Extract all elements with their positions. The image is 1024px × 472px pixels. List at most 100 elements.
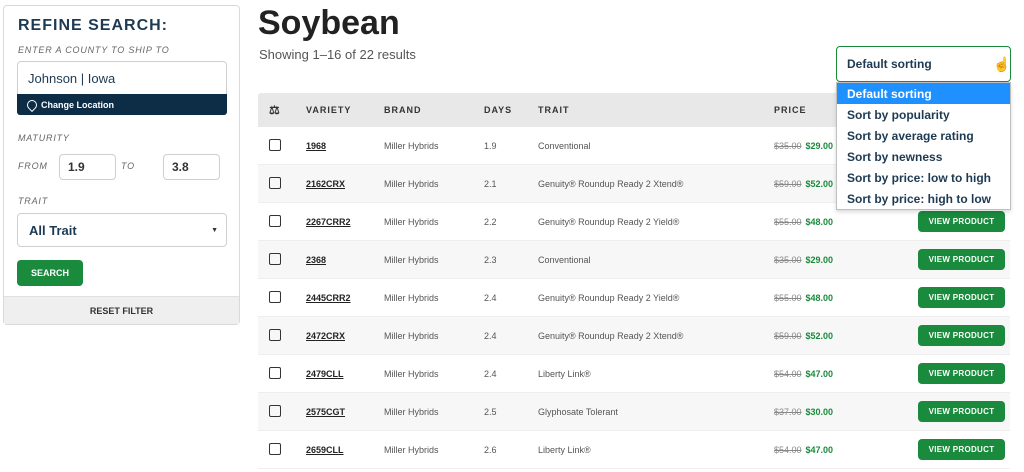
variety-link[interactable]: 2479CLL [306,369,344,379]
change-location-button[interactable]: Change Location [17,94,227,115]
compare-checkbox[interactable] [269,328,281,341]
variety-link[interactable]: 2162CRX [306,179,345,189]
view-product-button[interactable]: VIEW PRODUCT [918,287,1005,308]
maturity-label: MATURITY [18,133,70,143]
table-row: 2368 Miller Hybrids 2.3 Conventional $35.00 $… [258,241,1010,279]
sale-price: $48.00 [805,216,834,227]
table-row: 2575CGT Miller Hybrids 2.5 Glyphosate Toler… [258,393,1010,431]
old-price: $55.00 [774,216,802,227]
county-box: Change Location [17,61,227,115]
trait-cell: Genuity® Roundup Ready 2 Xtend® [538,178,684,189]
old-price: $35.00 [774,254,802,265]
view-product-button[interactable]: VIEW PRODUCT [918,249,1005,270]
sale-price: $52.00 [805,178,834,189]
brand-cell: Miller Hybrids [384,254,439,265]
county-input[interactable] [17,61,227,94]
reset-filter-button[interactable]: RESET FILTER [4,296,239,324]
sort-option[interactable]: Sort by price: low to high [837,167,1010,188]
variety-link[interactable]: 1968 [306,141,326,151]
variety-link[interactable]: 2659CLL [306,445,344,455]
days-cell: 2.4 [484,368,497,379]
maturity-to-input[interactable] [163,154,220,180]
sort-option[interactable]: Sort by average rating [837,125,1010,146]
trait-cell: Glyphosate Tolerant [538,406,618,417]
trait-cell: Liberty Link® [538,444,591,455]
variety-link[interactable]: 2472CRX [306,331,345,341]
variety-link[interactable]: 2267CRR2 [306,217,351,227]
days-cell: 2.6 [484,444,497,455]
brand-cell: Miller Hybrids [384,444,439,455]
trait-label: TRAIT [18,196,48,206]
sale-price: $52.00 [805,330,834,341]
change-location-label: Change Location [41,99,115,110]
compare-checkbox[interactable] [269,404,281,417]
old-price: $59.00 [774,330,802,341]
sort-option[interactable]: Sort by newness [837,146,1010,167]
compare-checkbox[interactable] [269,290,281,303]
hand-pointer-icon: ☝ [993,56,1011,72]
table-row: 2479CLL Miller Hybrids 2.4 Liberty Link® $54… [258,355,1010,393]
maturity-from-input[interactable] [59,154,116,180]
sort-select-value: Default sorting [847,57,932,71]
old-price: $59.00 [774,178,802,189]
trait-cell: Genuity® Roundup Ready 2 Yield® [538,292,680,303]
sort-option[interactable]: Sort by popularity [837,104,1010,125]
variety-link[interactable]: 2445CRR2 [306,293,351,303]
days-cell: 2.3 [484,254,497,265]
sale-price: $48.00 [805,292,834,303]
days-cell: 2.2 [484,216,497,227]
old-price: $54.00 [774,368,802,379]
compare-checkbox[interactable] [269,214,281,227]
trait-select-value: All Trait [29,222,77,238]
results-count: Showing 1–16 of 22 results [259,47,416,62]
brand-cell: Miller Hybrids [384,292,439,303]
trait-cell: Conventional [538,254,591,265]
sort-menu: Default sorting Sort by popularity Sort by… [836,82,1011,210]
header-days: DAYS [484,105,513,115]
table-row: 2659CLL Miller Hybrids 2.6 Liberty Link® $54… [258,431,1010,469]
days-cell: 2.5 [484,406,497,417]
trait-select[interactable]: All Trait ▼ [17,213,227,247]
sale-price: $47.00 [805,444,834,455]
search-button[interactable]: SEARCH [17,260,83,286]
trait-cell: Genuity® Roundup Ready 2 Xtend® [538,330,684,341]
variety-link[interactable]: 2575CGT [306,407,345,417]
refine-search-title: REFINE SEARCH: [18,17,169,34]
compare-checkbox[interactable] [269,138,281,151]
old-price: $54.00 [774,444,802,455]
days-cell: 1.9 [484,140,497,151]
table-row: 2472CRX Miller Hybrids 2.4 Genuity® Roundup… [258,317,1010,355]
brand-cell: Miller Hybrids [384,330,439,341]
brand-cell: Miller Hybrids [384,178,439,189]
sale-price: $29.00 [805,254,834,265]
sort-select[interactable]: Default sorting [836,46,1011,82]
county-label: ENTER A COUNTY TO SHIP TO [18,45,170,55]
trait-cell: Conventional [538,140,591,151]
brand-cell: Miller Hybrids [384,216,439,227]
view-product-button[interactable]: VIEW PRODUCT [918,325,1005,346]
trait-cell: Liberty Link® [538,368,591,379]
old-price: $35.00 [774,140,802,151]
sort-option[interactable]: Default sorting [837,83,1010,104]
brand-cell: Miller Hybrids [384,368,439,379]
brand-cell: Miller Hybrids [384,406,439,417]
compare-checkbox[interactable] [269,252,281,265]
view-product-button[interactable]: VIEW PRODUCT [918,401,1005,422]
header-trait: TRAIT [538,105,570,115]
header-variety: VARIETY [306,105,352,115]
compare-checkbox[interactable] [269,366,281,379]
view-product-button[interactable]: VIEW PRODUCT [918,439,1005,460]
old-price: $37.00 [774,406,802,417]
header-brand: BRAND [384,105,422,115]
sale-price: $47.00 [805,368,834,379]
compare-checkbox[interactable] [269,442,281,455]
view-product-button[interactable]: VIEW PRODUCT [918,363,1005,384]
page-title: Soybean [258,4,400,42]
view-product-button[interactable]: VIEW PRODUCT [918,211,1005,232]
sort-option[interactable]: Sort by price: high to low [837,188,1010,209]
compare-checkbox[interactable] [269,176,281,189]
old-price: $55.00 [774,292,802,303]
variety-link[interactable]: 2368 [306,255,326,265]
map-pin-icon [27,100,35,110]
days-cell: 2.4 [484,292,497,303]
